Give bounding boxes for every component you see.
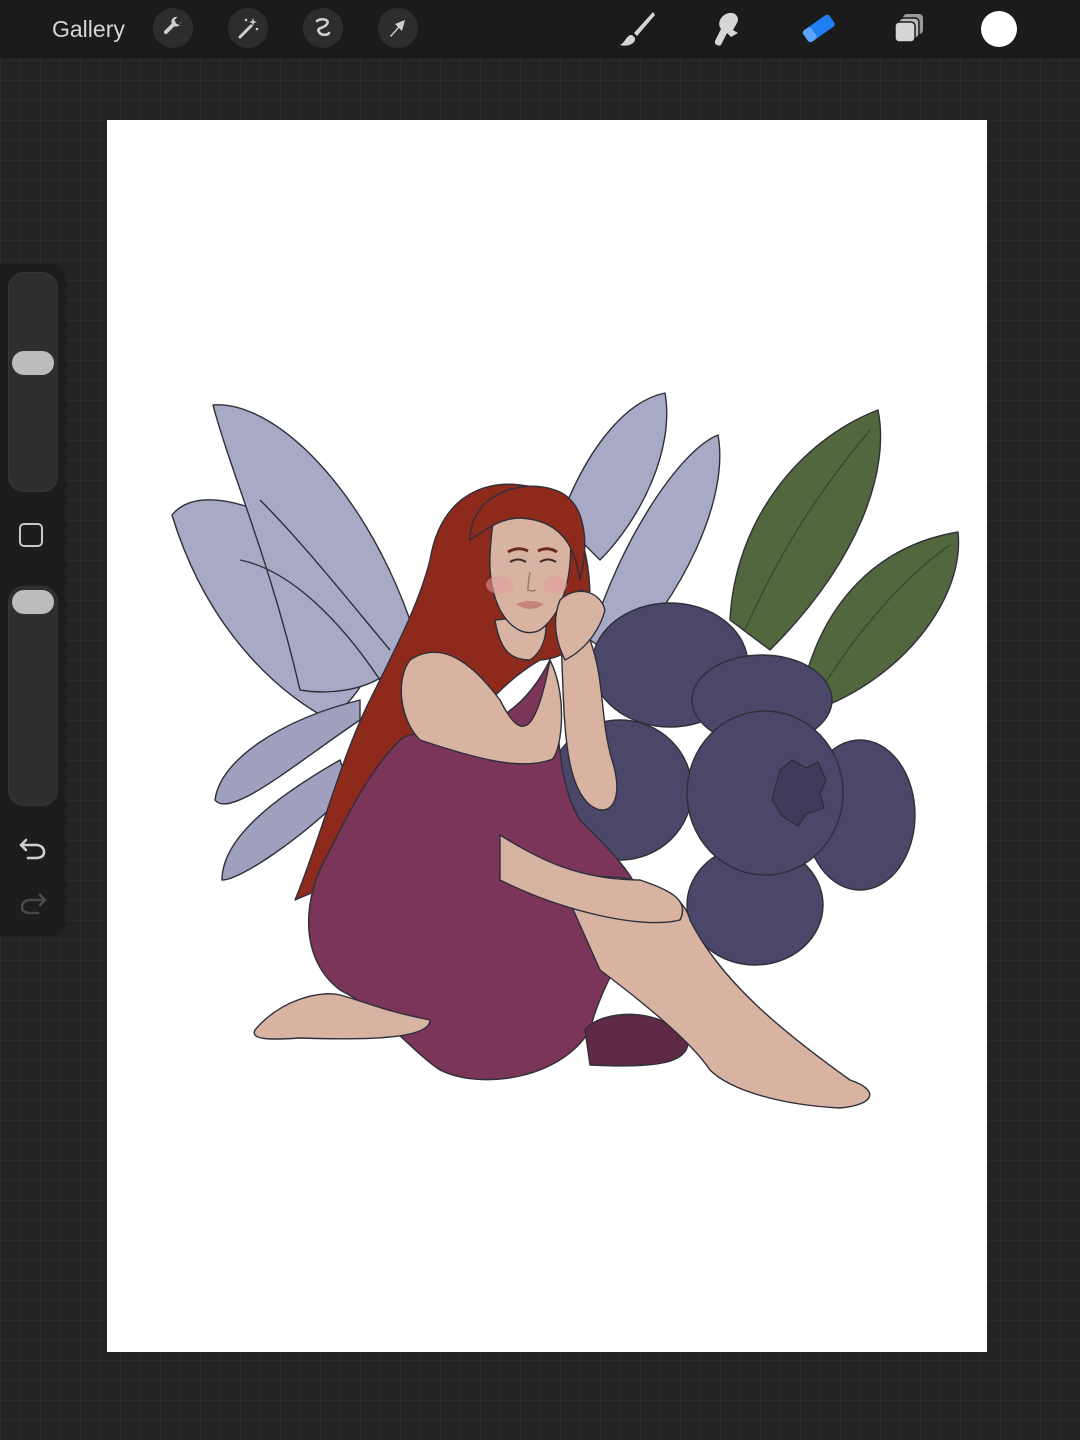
left-sidebar xyxy=(0,264,66,936)
adjustments-button[interactable] xyxy=(228,8,268,48)
undo-button[interactable] xyxy=(16,831,50,865)
selection-button[interactable] xyxy=(303,8,343,48)
undo-icon xyxy=(19,838,46,860)
magic-wand-icon xyxy=(238,18,259,39)
eraser-icon xyxy=(802,14,835,43)
eraser-button[interactable] xyxy=(795,6,841,52)
fairy-artwork xyxy=(171,392,960,1109)
brush-button[interactable] xyxy=(614,6,660,52)
drawing-canvas[interactable] xyxy=(107,120,987,1352)
smudge-button[interactable] xyxy=(704,6,750,52)
layers-icon xyxy=(894,14,923,43)
color-picker-button[interactable] xyxy=(981,11,1017,47)
selection-icon xyxy=(315,18,331,37)
layers-button[interactable] xyxy=(886,6,932,52)
transform-arrow-icon xyxy=(390,20,405,37)
brush-size-slider[interactable] xyxy=(8,272,58,492)
opacity-handle[interactable] xyxy=(12,590,54,614)
smudge-icon xyxy=(714,12,739,46)
actions-button[interactable] xyxy=(153,8,193,48)
brush-icon xyxy=(620,12,655,46)
redo-icon xyxy=(20,893,47,915)
top-toolbar: Gallery xyxy=(0,0,1080,58)
redo-button[interactable] xyxy=(16,886,50,920)
opacity-slider[interactable] xyxy=(8,586,58,806)
gallery-button[interactable]: Gallery xyxy=(52,14,125,44)
wrench-icon xyxy=(163,16,182,35)
transform-button[interactable] xyxy=(378,8,418,48)
brush-size-handle[interactable] xyxy=(12,351,54,376)
modify-button[interactable] xyxy=(19,523,43,547)
